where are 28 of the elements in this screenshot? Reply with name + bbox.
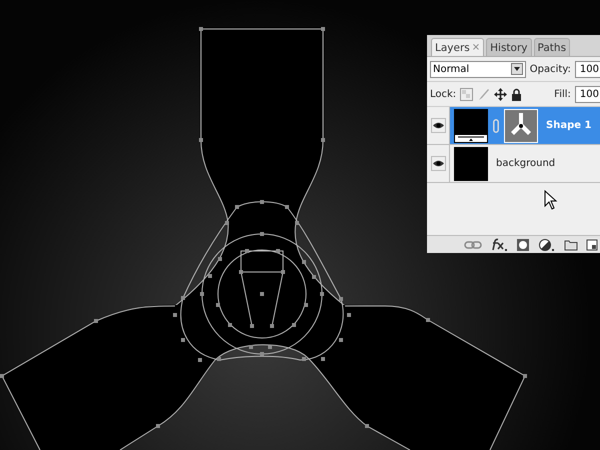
layer-name: Shape 1 xyxy=(546,120,592,131)
link-icon[interactable] xyxy=(493,118,499,132)
link-layers-icon[interactable] xyxy=(464,240,482,250)
lock-label: Lock: xyxy=(430,88,456,100)
layer-thumbnail-icon xyxy=(454,146,488,180)
move-icon[interactable] xyxy=(494,88,508,100)
panel-tab[interactable]: Layers × xyxy=(431,38,484,56)
mask-thumbnail-icon xyxy=(504,108,538,142)
panel-tab[interactable]: Paths xyxy=(534,38,570,56)
lock-icon[interactable] xyxy=(511,88,522,100)
fx-icon[interactable] xyxy=(490,238,508,252)
checkerboard-icon[interactable] xyxy=(460,88,474,100)
eye-icon[interactable] xyxy=(430,118,446,133)
fill-label: Fill: xyxy=(554,88,571,100)
adjustment-icon[interactable] xyxy=(538,238,556,252)
opacity-label: Opacity: xyxy=(530,64,571,74)
mask-icon[interactable] xyxy=(516,238,530,252)
mouse-pointer-icon xyxy=(544,190,558,210)
panel-tab[interactable]: History xyxy=(486,38,532,56)
layer-name: background xyxy=(496,158,556,169)
layer-row[interactable]: background xyxy=(450,145,600,182)
fill-field[interactable]: 100 xyxy=(574,86,600,102)
opacity-field[interactable]: 100 xyxy=(574,60,600,78)
new-layer-icon[interactable] xyxy=(586,238,598,250)
eye-icon[interactable] xyxy=(430,156,446,171)
folder-icon[interactable] xyxy=(564,238,578,250)
blend-mode-dropdown[interactable]: Normal xyxy=(430,60,526,78)
layer-thumbnail-icon xyxy=(454,108,488,142)
